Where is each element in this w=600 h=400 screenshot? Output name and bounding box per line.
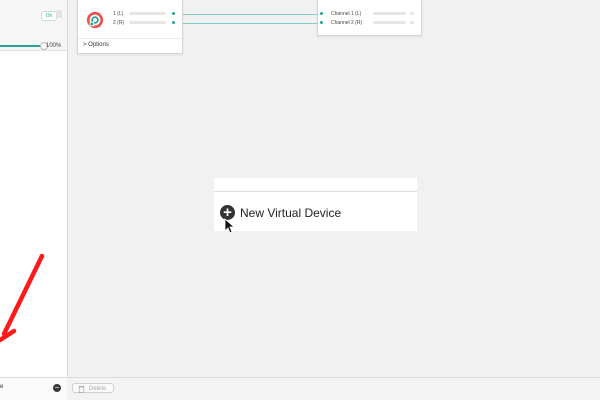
route-wire-1[interactable] [174,14,320,15]
bottom-toolbar: Delete [67,377,600,400]
on-toggle-switch[interactable] [56,10,62,18]
mouse-cursor-icon [224,218,234,234]
new-virtual-device-button[interactable]: New Virtual Device [240,206,341,220]
channel-meter [129,12,166,15]
minus-circle-icon: − [54,383,60,392]
channel-connector[interactable] [172,21,175,24]
device-settings-panel: On 100% [0,0,67,51]
trash-icon [78,386,85,393]
route-wire-2[interactable] [174,23,320,24]
output-channel-label: Channel 2 (R) [331,20,363,26]
volume-slider-track[interactable] [0,45,42,47]
options-disclosure[interactable]: > Options [83,42,109,48]
sidebar-footer: e − [0,377,67,400]
channel-mute-indicator[interactable] [410,21,414,24]
delete-label: Delete [89,386,107,392]
channel-connector[interactable] [320,21,323,24]
channel-label: 1 (L) [113,11,124,17]
new-device-menu: + New Virtual Device [214,178,417,231]
channel-meter [373,21,406,24]
channel-connector[interactable] [172,12,175,15]
channel-mute-indicator[interactable] [410,12,414,15]
sidebar: On 100% e − [0,0,68,400]
sidebar-footer-label: e [0,384,4,390]
source-device-card[interactable]: 1 (L) 2 (R) > Options [77,0,183,54]
delete-button[interactable]: Delete [72,383,114,393]
channel-meter [129,21,166,24]
remove-device-button[interactable]: − [53,384,61,392]
channel-label: 2 (R) [113,20,125,26]
loopback-logo-icon [86,11,104,29]
channel-meter [373,12,406,15]
on-toggle-badge[interactable]: On [41,11,57,21]
card-divider [78,38,182,39]
menu-separator [214,191,417,192]
output-channels-card[interactable]: Channel 1 (L) Channel 2 (R) [317,0,422,36]
output-channel-label: Channel 1 (L) [331,11,362,17]
volume-percent: 100% [46,43,62,49]
channel-connector[interactable] [320,12,323,15]
